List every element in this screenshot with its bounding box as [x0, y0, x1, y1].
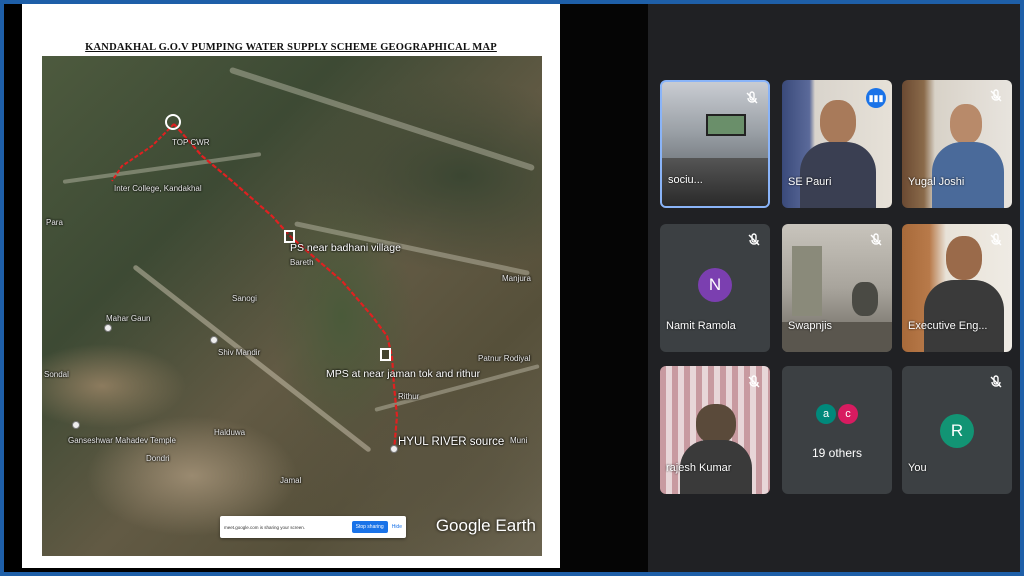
- mic-off-icon: [990, 375, 1002, 388]
- label-manjura: Manjura: [502, 274, 531, 283]
- label-mps: MPS at near jaman tok and rithur: [326, 368, 481, 380]
- person-silhouette: [852, 282, 878, 316]
- person-body: [932, 142, 1004, 208]
- label-ganseshwar: Ganseshwar Mahadev Temple: [68, 436, 176, 445]
- label-jamal: Jamal: [280, 476, 302, 485]
- participant-tile[interactable]: Swapnjis: [782, 224, 892, 352]
- participant-name: Yugal Joshi: [908, 176, 965, 188]
- participant-tile[interactable]: Executive Eng...: [902, 224, 1012, 352]
- mic-off-icon: [748, 375, 760, 388]
- participant-tile[interactable]: rajesh Kumar: [660, 366, 770, 494]
- stop-sharing-button[interactable]: Stop sharing: [351, 521, 388, 533]
- mic-off-icon: [746, 91, 758, 104]
- place-pin: [72, 421, 80, 429]
- others-count: 19 others: [811, 446, 863, 460]
- room-window: [792, 246, 822, 316]
- label-ps-badhani: PS near badhani village: [290, 242, 401, 254]
- participant-tile[interactable]: N Namit Ramola: [660, 224, 770, 352]
- place-pin: [210, 336, 218, 344]
- self-tile[interactable]: R You: [902, 366, 1012, 494]
- left-border: [4, 4, 22, 572]
- mic-off-icon: [870, 233, 882, 246]
- google-earth-watermark: Google Earth: [435, 516, 536, 535]
- mps-marker: [380, 348, 391, 361]
- label-rithur: Rithur: [398, 392, 420, 401]
- map-title: KANDAKHAL G.O.V PUMPING WATER SUPPLY SCH…: [85, 42, 497, 53]
- participant-name: Swapnjis: [788, 320, 833, 332]
- top-cwr-marker: [165, 114, 181, 130]
- participant-name: Namit Ramola: [666, 320, 736, 332]
- label-patnur-rodiyal: Patnur Rodiyal: [478, 354, 531, 363]
- participant-tile[interactable]: ▮▮▮ SE Pauri: [782, 80, 892, 208]
- label-sondal: Sondal: [44, 370, 69, 379]
- participant-name: rajesh Kumar: [666, 462, 732, 474]
- label-inter-college: Inter College, Kandakhal: [114, 184, 202, 193]
- label-halduwa: Halduwa: [214, 428, 246, 437]
- person-face: [820, 100, 856, 144]
- mic-off-icon: [990, 89, 1002, 102]
- person-face: [946, 236, 982, 280]
- hide-button[interactable]: Hide: [392, 524, 402, 530]
- place-pin: [104, 324, 112, 332]
- participant-tile[interactable]: Yugal Joshi: [902, 80, 1012, 208]
- label-mahar-gaun: Mahar Gaun: [106, 314, 151, 323]
- source-pin: [390, 445, 398, 453]
- screen-share-bar: meet.google.com is sharing your screen. …: [220, 516, 406, 538]
- participant-name: SE Pauri: [788, 176, 832, 188]
- label-hyul-river: HYUL RIVER source: [398, 436, 505, 448]
- avatar: R: [940, 414, 974, 448]
- share-notice: meet.google.com is sharing your screen.: [224, 524, 306, 530]
- participants-grid: sociu... ▮▮▮ SE Pauri Yugal Joshi N Nami…: [648, 4, 1020, 572]
- label-sanogi: Sanogi: [232, 294, 257, 303]
- label-top-cwr: TOP CWR: [172, 138, 210, 147]
- person-body: [800, 142, 876, 208]
- label-para: Para: [46, 218, 63, 227]
- satellite-map: TOP CWR Inter College, Kandakhal PS near…: [42, 56, 542, 556]
- participant-name: You: [908, 462, 927, 474]
- participant-tile[interactable]: sociu...: [660, 80, 770, 208]
- avatar: c: [838, 404, 858, 424]
- speaking-icon: ▮▮▮: [866, 88, 886, 108]
- room-screen: [706, 114, 746, 136]
- label-shiv-mandir: Shiv Mandir: [218, 348, 261, 357]
- divider: [560, 4, 648, 572]
- label-dondri: Dondri: [146, 454, 170, 463]
- avatar: N: [698, 268, 732, 302]
- participant-name: Executive Eng...: [908, 320, 988, 332]
- person-face: [696, 404, 736, 444]
- shared-screen: KANDAKHAL G.O.V PUMPING WATER SUPPLY SCH…: [22, 4, 560, 568]
- avatar: a: [816, 404, 836, 424]
- others-tile[interactable]: a c 19 others: [782, 366, 892, 494]
- person-body: [924, 280, 1004, 352]
- participant-name: sociu...: [668, 174, 703, 186]
- label-muni: Muni: [510, 436, 528, 445]
- person-face: [950, 104, 982, 144]
- label-bareth: Bareth: [290, 258, 314, 267]
- mic-off-icon: [748, 233, 760, 246]
- mic-off-icon: [990, 233, 1002, 246]
